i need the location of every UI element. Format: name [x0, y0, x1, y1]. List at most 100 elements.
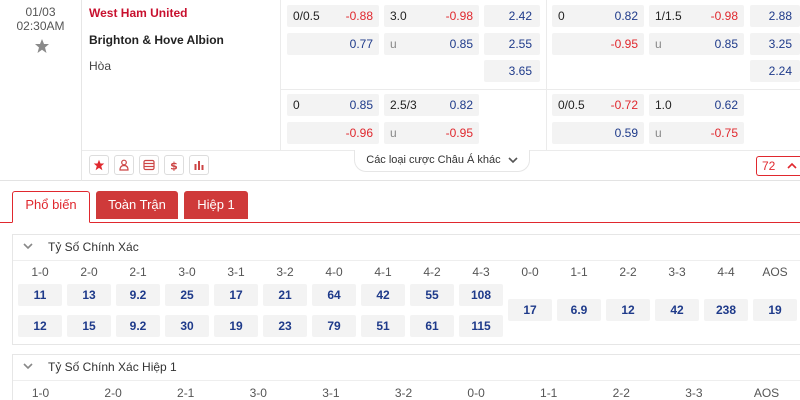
ft-1x2-draw-cell[interactable]: 3.65: [484, 60, 540, 82]
score-odds-cell[interactable]: 42: [361, 284, 405, 306]
exact-score-fh-header[interactable]: Tỷ Số Chính Xác Hiệp 1: [13, 355, 800, 381]
exact-score-title: Tỷ Số Chính Xác: [48, 240, 139, 254]
score-header: 3-3: [685, 386, 703, 400]
fh-1x2-draw-cell[interactable]: 2.24: [750, 60, 800, 82]
odds-value: 0.85: [349, 98, 373, 112]
tab-first-half[interactable]: Hiệp 1: [184, 191, 248, 219]
tab-popular[interactable]: Phổ biến: [12, 191, 90, 223]
odds-value: 2.55: [508, 37, 532, 51]
hdp-line: 0/0.5: [558, 98, 585, 112]
odds-value: -0.96: [345, 126, 373, 140]
score-odds-cell[interactable]: 17: [214, 284, 258, 306]
ft-hdp-away-cell[interactable]: 0.77: [287, 33, 379, 55]
chevron-down-icon: [23, 243, 33, 250]
fh-ou-over-cell[interactable]: 1/1.5 -0.98: [649, 5, 744, 27]
score-header: 2-0: [80, 265, 98, 279]
score-header: 4-3: [472, 265, 490, 279]
fh-ou-under-cell[interactable]: u 0.85: [649, 33, 744, 55]
fh-alt-ou-under-cell[interactable]: u -0.75: [649, 122, 744, 144]
ou-line: 3.0: [390, 9, 407, 23]
odds-value: -0.95: [610, 37, 638, 51]
score-odds-cell[interactable]: 42: [655, 299, 699, 321]
odds-value: -0.95: [445, 126, 473, 140]
odds-value: 0.85: [449, 37, 473, 51]
score-odds-cell[interactable]: 64: [312, 284, 356, 306]
score-header: 4-0: [325, 265, 343, 279]
score-odds-cell[interactable]: 79: [312, 315, 356, 337]
fh-alt-ou-over-cell[interactable]: 1.0 0.62: [649, 94, 744, 116]
score-odds-cell[interactable]: 17: [508, 299, 552, 321]
score-odds-cell[interactable]: 9.2: [116, 315, 160, 337]
score-odds-cell[interactable]: 15: [67, 315, 111, 337]
fh-hdp-away-cell[interactable]: -0.95: [552, 33, 644, 55]
ft-ou-under-cell[interactable]: u 0.85: [384, 33, 479, 55]
score-header: AOS: [753, 386, 780, 400]
ft-alt-ou-over-cell[interactable]: 2.5/3 0.82: [384, 94, 479, 116]
odds-value: 2.42: [508, 9, 532, 23]
odds-value: -0.98: [710, 9, 738, 23]
fh-1x2-home-cell[interactable]: 2.88: [750, 5, 800, 27]
score-header: 3-1: [227, 265, 245, 279]
score-odds-cell[interactable]: 115: [459, 315, 503, 337]
fh-alt-hdp-home-cell[interactable]: 0/0.5 -0.72: [552, 94, 644, 116]
score-odds-cell[interactable]: 61: [410, 315, 454, 337]
more-bets-label: Các loại cược Châu Á khác: [366, 154, 501, 166]
dollar-odds-icon[interactable]: $: [164, 155, 184, 175]
exact-score-fh-panel: Tỷ Số Chính Xác Hiệp 1 1-0 2-0 2-1 3-0 3-1 3-…: [12, 354, 800, 400]
divider: [546, 0, 547, 150]
score-odds-cell[interactable]: 55: [410, 284, 454, 306]
ft-alt-hdp-home-cell[interactable]: 0 0.85: [287, 94, 379, 116]
bar-chart-icon[interactable]: [189, 155, 209, 175]
odds-value: 0.77: [349, 37, 373, 51]
match-date: 01/03: [25, 5, 56, 19]
score-header: 3-0: [178, 265, 196, 279]
score-odds-cell[interactable]: 51: [361, 315, 405, 337]
favorite-star-icon[interactable]: [34, 38, 50, 54]
ft-1x2-away-cell[interactable]: 2.55: [484, 33, 540, 55]
statistics-table-icon[interactable]: [139, 155, 159, 175]
score-header: 2-2: [612, 386, 630, 400]
exact-score-header[interactable]: Tỷ Số Chính Xác: [13, 235, 800, 261]
more-markets-count-button[interactable]: 72: [756, 156, 800, 176]
hdp-line: 0: [293, 98, 300, 112]
odds-value: -0.98: [445, 9, 473, 23]
draw-label: Hòa: [89, 59, 112, 73]
score-odds-cell[interactable]: 23: [263, 315, 307, 337]
favorite-star-icon[interactable]: [89, 155, 109, 175]
home-team[interactable]: West Ham United: [89, 6, 187, 20]
score-odds-cell[interactable]: 9.2: [116, 284, 160, 306]
score-odds-cell[interactable]: 12: [606, 299, 650, 321]
ft-hdp-home-cell[interactable]: 0/0.5 -0.88: [287, 5, 379, 27]
more-asian-bets-toggle[interactable]: Các loại cược Châu Á khác: [354, 150, 530, 172]
score-odds-cell[interactable]: 19: [753, 299, 797, 321]
score-odds-cell[interactable]: 6.9: [557, 299, 601, 321]
fh-hdp-home-cell[interactable]: 0 0.82: [552, 5, 644, 27]
player-lineup-icon[interactable]: [114, 155, 134, 175]
away-team[interactable]: Brighton & Hove Albion: [89, 33, 224, 47]
score-odds-cell[interactable]: 238: [704, 299, 748, 321]
exact-score-fh-title: Tỷ Số Chính Xác Hiệp 1: [48, 360, 177, 374]
fh-alt-hdp-away-cell[interactable]: 0.59: [552, 122, 644, 144]
score-odds-cell[interactable]: 13: [67, 284, 111, 306]
ft-ou-over-cell[interactable]: 3.0 -0.98: [384, 5, 479, 27]
odds-value: 0.82: [449, 98, 473, 112]
ou-line: 2.5/3: [390, 98, 417, 112]
ft-alt-ou-under-cell[interactable]: u -0.95: [384, 122, 479, 144]
score-odds-cell[interactable]: 19: [214, 315, 258, 337]
score-odds-cell[interactable]: 108: [459, 284, 503, 306]
score-odds-cell[interactable]: 12: [18, 315, 62, 337]
score-odds-cell[interactable]: 30: [165, 315, 209, 337]
odds-value: 3.65: [508, 64, 532, 78]
score-header: 1-0: [31, 386, 50, 400]
score-header: 4-4: [717, 265, 735, 279]
score-odds-cell[interactable]: 21: [263, 284, 307, 306]
ft-alt-hdp-away-cell[interactable]: -0.96: [287, 122, 379, 144]
under-label: u: [390, 37, 397, 51]
ft-1x2-home-cell[interactable]: 2.42: [484, 5, 540, 27]
hdp-line: 0/0.5: [293, 9, 320, 23]
score-odds-cell[interactable]: 25: [165, 284, 209, 306]
score-header: 1-0: [31, 265, 49, 279]
tab-full-match[interactable]: Toàn Trận: [96, 191, 178, 219]
score-odds-cell[interactable]: 11: [18, 284, 62, 306]
fh-1x2-away-cell[interactable]: 3.25: [750, 33, 800, 55]
